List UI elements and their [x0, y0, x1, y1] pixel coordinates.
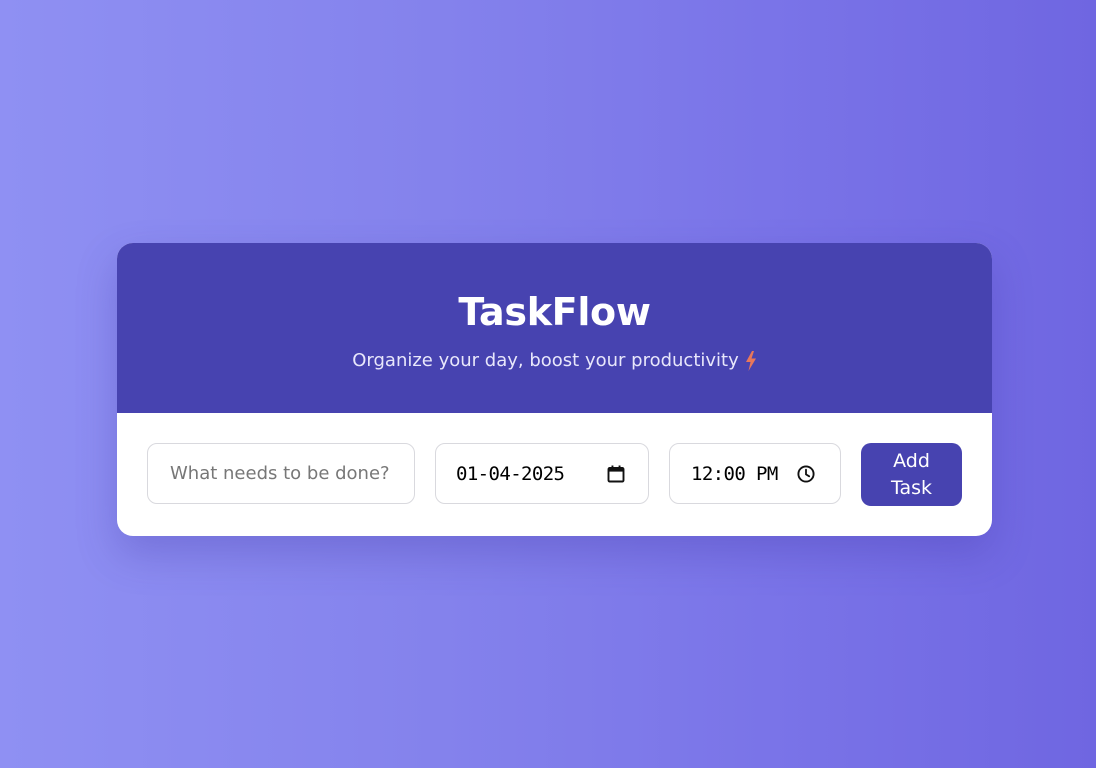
- task-input[interactable]: [168, 462, 402, 485]
- clock-icon[interactable]: [796, 464, 816, 484]
- subtitle-text: Organize your day, boost your productivi…: [352, 350, 739, 371]
- lightning-bolt-icon: [745, 351, 757, 371]
- date-field[interactable]: 01-04-2025: [435, 443, 649, 504]
- date-value[interactable]: 01-04-2025: [456, 463, 565, 485]
- add-task-form: 01-04-2025 12:00 PM Add Task: [117, 413, 992, 536]
- card-header: TaskFlow Organize your day, boost your p…: [117, 243, 992, 413]
- add-task-button[interactable]: Add Task: [861, 443, 962, 506]
- app-subtitle: Organize your day, boost your productivi…: [352, 349, 757, 373]
- task-card: TaskFlow Organize your day, boost your p…: [117, 243, 992, 536]
- calendar-icon[interactable]: [606, 464, 626, 484]
- app-title: TaskFlow: [458, 290, 651, 334]
- time-field[interactable]: 12:00 PM: [669, 443, 841, 504]
- time-value[interactable]: 12:00 PM: [691, 463, 778, 485]
- task-field[interactable]: [147, 443, 415, 504]
